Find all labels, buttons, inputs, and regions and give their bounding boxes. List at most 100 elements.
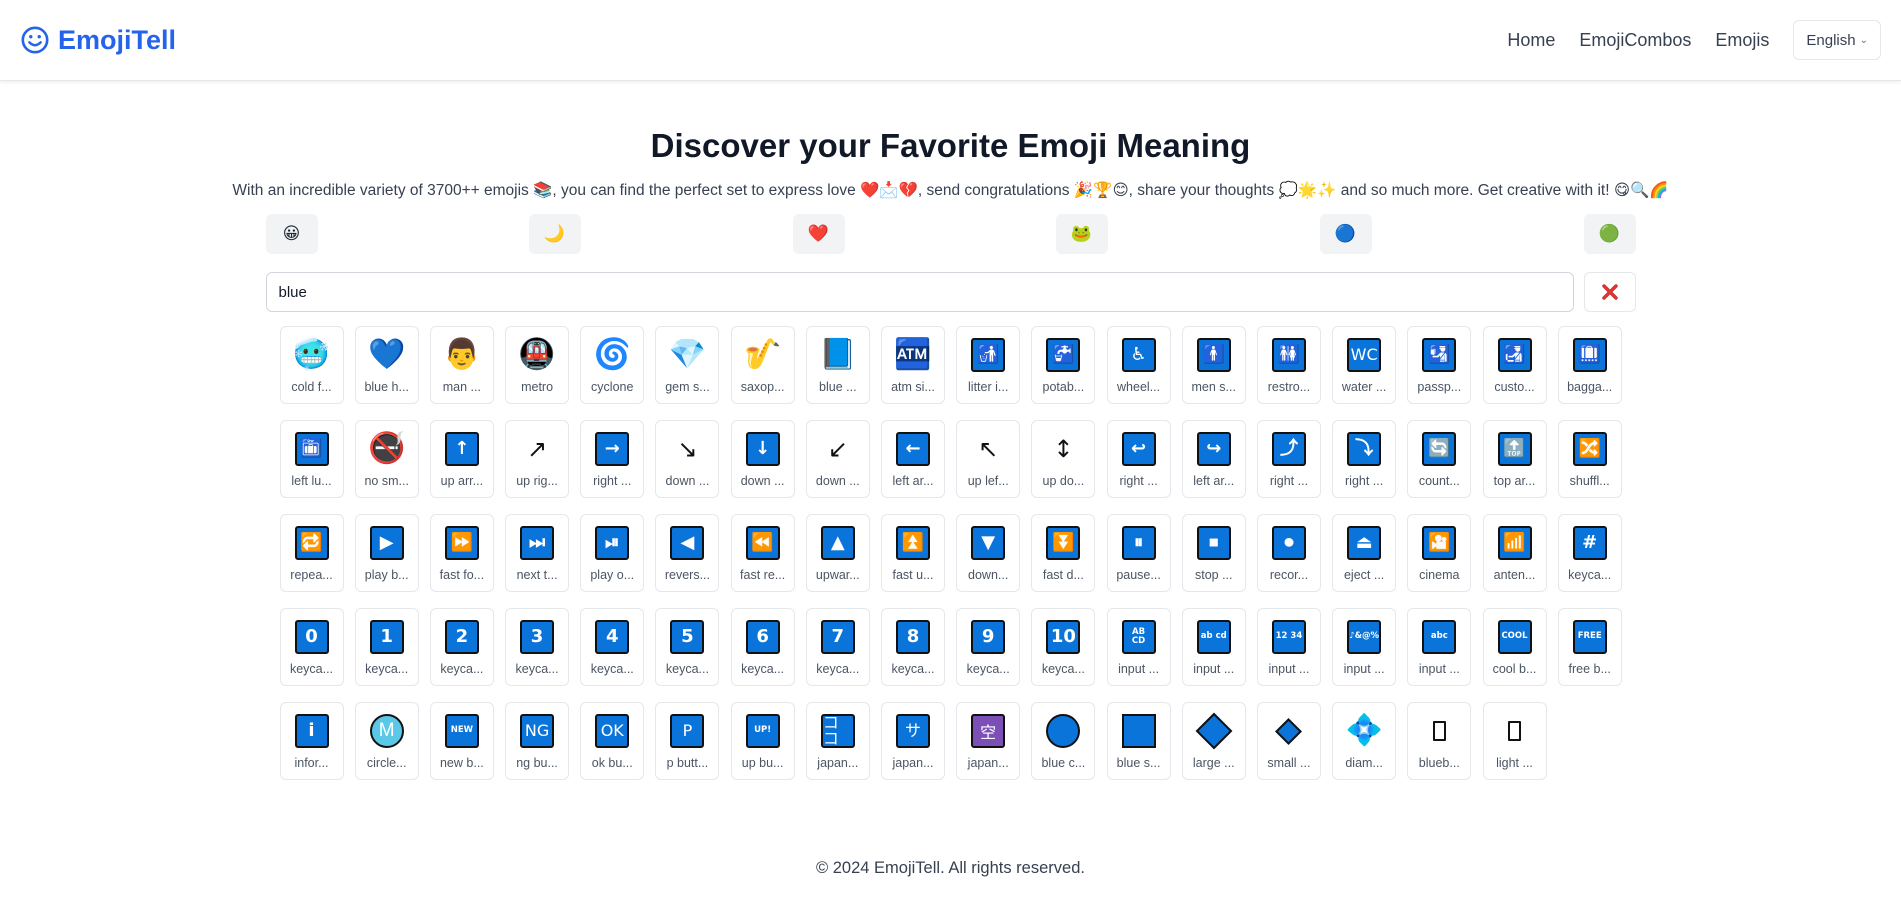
emoji-tile-shuffle[interactable]: 🔀 shuffl...	[1557, 420, 1622, 498]
emoji-tile-japanese-vacancy-button[interactable]: 空 japan...	[956, 702, 1021, 780]
emoji-tile-top-arrow[interactable]: 🔝 top ar...	[1482, 420, 1547, 498]
emoji-tile-litter-in-bin[interactable]: 🚮 litter i...	[956, 326, 1021, 404]
emoji-tile-pause-button[interactable]: ⏸ pause...	[1106, 514, 1171, 592]
emoji-tile-fast-reverse[interactable]: ⏪ fast re...	[730, 514, 795, 592]
emoji-tile-record-button[interactable]: ⏺ recor...	[1256, 514, 1321, 592]
emoji-tile-keycap-2[interactable]: 2 keyca...	[429, 608, 494, 686]
clear-search-button[interactable]	[1583, 272, 1636, 312]
emoji-tile-right-arrow[interactable]: → right ...	[580, 420, 645, 498]
emoji-tile-keycap-hash[interactable]: # keyca...	[1557, 514, 1622, 592]
emoji-tile-wheelchair[interactable]: ♿ wheel...	[1106, 326, 1171, 404]
emoji-tile-keycap-3[interactable]: 3 keyca...	[505, 608, 570, 686]
emoji-tile-right-arrow-curving-down[interactable]: ⤵ right ...	[1332, 420, 1397, 498]
emoji-tile-passport-control[interactable]: 🛂 passp...	[1407, 326, 1472, 404]
emoji-tile-blue-book[interactable]: 📘 blue ...	[805, 326, 870, 404]
emoji-tile-eject-button[interactable]: ⏏ eject ...	[1332, 514, 1397, 592]
emoji-tile-keycap-9[interactable]: 9 keyca...	[956, 608, 1021, 686]
emoji-tile-light-blue-heart[interactable]: light ...	[1482, 702, 1547, 780]
emoji-tile-fast-forward[interactable]: ⏩ fast fo...	[429, 514, 494, 592]
emoji-tile-upwards-button[interactable]: ▲ upwar...	[805, 514, 870, 592]
emoji-tile-ng-button[interactable]: NG ng bu...	[505, 702, 570, 780]
emoji-tile-blue-square[interactable]: blue s...	[1106, 702, 1171, 780]
emoji-tile-blue-heart[interactable]: 💙 blue h...	[354, 326, 419, 404]
emoji-tile-right-arrow-curving-up[interactable]: ⤴ right ...	[1256, 420, 1321, 498]
emoji-tile-information[interactable]: i infor...	[279, 702, 344, 780]
emoji-tile-left-luggage[interactable]: 🛅 left lu...	[279, 420, 344, 498]
nav-emojicombos[interactable]: EmojiCombos	[1579, 30, 1691, 51]
emoji-tile-antenna-bars[interactable]: 📶 anten...	[1482, 514, 1547, 592]
emoji-tile-up-down-arrow[interactable]: ↕ up do...	[1031, 420, 1096, 498]
emoji-tile-blue-circle[interactable]: blue c...	[1031, 702, 1096, 780]
emoji-tile-atm-sign[interactable]: 🏧 atm si...	[881, 326, 945, 404]
category-blue[interactable]: 🔵	[1319, 214, 1372, 254]
emoji-tile-gem-stone[interactable]: 💎 gem s...	[655, 326, 720, 404]
emoji-tile-counterclockwise-arrows[interactable]: 🔄 count...	[1407, 420, 1472, 498]
emoji-tile-large-blue-diamond[interactable]: large ...	[1181, 702, 1246, 780]
emoji-tile-left-arrow-curving-right[interactable]: ↪ left ar...	[1181, 420, 1246, 498]
emoji-tile-keycap-0[interactable]: 0 keyca...	[279, 608, 344, 686]
emoji-tile-next-track[interactable]: ⏭ next t...	[505, 514, 570, 592]
emoji-tile-stop-button[interactable]: ⏹ stop ...	[1181, 514, 1246, 592]
emoji-tile-up-button[interactable]: UP! up bu...	[730, 702, 795, 780]
category-animals[interactable]: 🐸	[1055, 214, 1108, 254]
emoji-tile-repeat[interactable]: 🔁 repea...	[279, 514, 344, 592]
emoji-tile-fast-up[interactable]: ⏫ fast u...	[881, 514, 945, 592]
emoji-tile-diamond-with-dot[interactable]: 💠 diam...	[1332, 702, 1397, 780]
nav-home[interactable]: Home	[1507, 30, 1555, 51]
emoji-tile-keycap-8[interactable]: 8 keyca...	[881, 608, 945, 686]
emoji-tile-saxophone[interactable]: 🎷 saxop...	[730, 326, 795, 404]
emoji-tile-play-or-pause[interactable]: ⏯ play o...	[580, 514, 645, 592]
emoji-tile-input-latin-uppercase[interactable]: AB CD input ...	[1106, 608, 1171, 686]
emoji-tile-japanese-service-charge-button[interactable]: サ japan...	[881, 702, 945, 780]
emoji-tile-circled-m[interactable]: Mcircle...	[354, 702, 419, 780]
emoji-tile-restroom[interactable]: 🚻 restro...	[1256, 326, 1321, 404]
emoji-tile-input-numbers[interactable]: 12 34 input ...	[1256, 608, 1321, 686]
emoji-tile-fast-down[interactable]: ⏬ fast d...	[1031, 514, 1096, 592]
category-symbols[interactable]: ❤️	[792, 214, 845, 254]
category-green[interactable]: 🟢	[1583, 214, 1636, 254]
emoji-tile-cinema[interactable]: 🎦 cinema	[1407, 514, 1472, 592]
emoji-tile-up-left-arrow[interactable]: ↖ up lef...	[956, 420, 1021, 498]
emoji-tile-no-smoking[interactable]: 🚭 no sm...	[354, 420, 419, 498]
emoji-tile-keycap-6[interactable]: 6 keyca...	[730, 608, 795, 686]
brand[interactable]: EmojiTell	[20, 25, 176, 56]
emoji-tile-left-arrow[interactable]: ← left ar...	[881, 420, 945, 498]
language-select[interactable]: English ⌄	[1793, 20, 1881, 60]
emoji-tile-mens-room[interactable]: 🚹 men s...	[1181, 326, 1246, 404]
emoji-tile-keycap-7[interactable]: 7 keyca...	[805, 608, 870, 686]
emoji-tile-man[interactable]: 👨 man ...	[429, 326, 494, 404]
emoji-tile-up-right-arrow[interactable]: ↗ up rig...	[505, 420, 570, 498]
category-nature[interactable]: 🌙	[528, 214, 581, 254]
emoji-tile-japanese-here-button[interactable]: ココ japan...	[805, 702, 870, 780]
emoji-tile-down-arrow[interactable]: ↓ down ...	[730, 420, 795, 498]
emoji-tile-cold-face[interactable]: 🥶 cold f...	[279, 326, 344, 404]
emoji-tile-up-arrow[interactable]: ↑ up arr...	[429, 420, 494, 498]
emoji-tile-downwards-button[interactable]: ▼ down...	[956, 514, 1021, 592]
emoji-tile-right-arrow-curving-left[interactable]: ↩ right ...	[1106, 420, 1171, 498]
nav-emojis[interactable]: Emojis	[1715, 30, 1769, 51]
emoji-tile-input-latin-lowercase[interactable]: ab cd input ...	[1181, 608, 1246, 686]
emoji-tile-play-button[interactable]: ▶ play b...	[354, 514, 419, 592]
category-smileys[interactable]: 😀	[265, 214, 318, 254]
emoji-tile-free-button[interactable]: FREE free b...	[1557, 608, 1622, 686]
emoji-tile-cool-button[interactable]: COOL cool b...	[1482, 608, 1547, 686]
emoji-tile-keycap-1[interactable]: 1 keyca...	[354, 608, 419, 686]
emoji-tile-customs[interactable]: 🛃 custo...	[1482, 326, 1547, 404]
emoji-tile-baggage-claim[interactable]: 🛄 bagga...	[1557, 326, 1622, 404]
emoji-tile-potable-water[interactable]: 🚰 potab...	[1031, 326, 1096, 404]
emoji-tile-keycap-5[interactable]: 5 keyca...	[655, 608, 720, 686]
emoji-tile-water-closet[interactable]: WC water ...	[1332, 326, 1397, 404]
emoji-tile-small-blue-diamond[interactable]: small ...	[1256, 702, 1321, 780]
emoji-tile-input-latin-letters[interactable]: abc input ...	[1407, 608, 1472, 686]
emoji-tile-input-symbols[interactable]: ♪&@% input ...	[1332, 608, 1397, 686]
emoji-tile-metro[interactable]: 🚇 metro	[505, 326, 570, 404]
emoji-tile-p-button[interactable]: Pp butt...	[655, 702, 720, 780]
emoji-tile-down-left-arrow[interactable]: ↙ down ...	[805, 420, 870, 498]
emoji-tile-blueberries[interactable]: blueb...	[1407, 702, 1472, 780]
emoji-tile-cyclone[interactable]: 🌀 cyclone	[580, 326, 645, 404]
emoji-tile-keycap-10[interactable]: 10 keyca...	[1031, 608, 1096, 686]
emoji-tile-ok-button[interactable]: OK ok bu...	[580, 702, 645, 780]
emoji-tile-keycap-4[interactable]: 4 keyca...	[580, 608, 645, 686]
emoji-tile-new-button[interactable]: NEW new b...	[429, 702, 494, 780]
emoji-tile-reverse-button[interactable]: ◀ revers...	[655, 514, 720, 592]
